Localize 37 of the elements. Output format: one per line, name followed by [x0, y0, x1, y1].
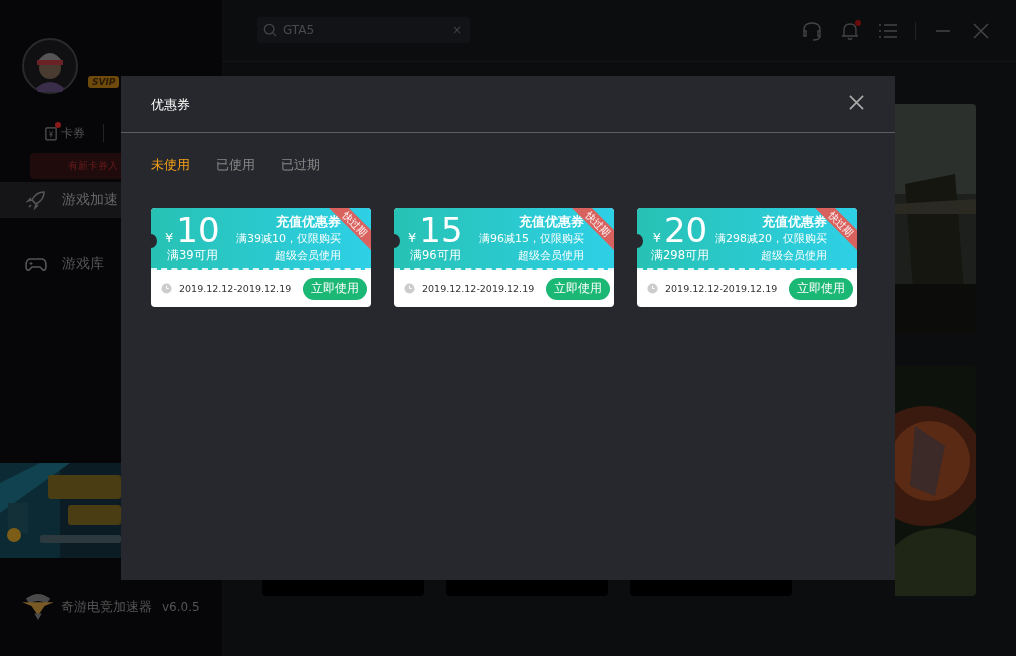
validity-dates: 2019.12.12-2019.12.19 — [665, 283, 779, 294]
coupon-condition: 满39可用 — [166, 248, 218, 263]
coupon-description: 超级会员使用 — [275, 248, 341, 264]
tab[interactable]: 未使用 — [151, 156, 190, 174]
currency-sign: ¥ — [652, 231, 661, 244]
search-field[interactable]: GTA5 × — [257, 16, 470, 43]
validity-dates: 2019.12.12-2019.12.19 — [422, 283, 536, 294]
use-now-button[interactable]: 立即使用 — [303, 277, 367, 300]
logo-icon — [21, 593, 55, 621]
coupon-amount: 20 — [664, 213, 708, 247]
currency-sign: ¥ — [408, 231, 417, 244]
card-voucher-button[interactable]: 卡券 — [45, 124, 85, 142]
coupon-condition: 满96可用 — [409, 248, 461, 263]
app-name: 奇游电竞加速器 — [61, 598, 152, 616]
clear-button[interactable]: × — [451, 22, 462, 37]
version-label: v6.0.5 — [162, 600, 200, 614]
coupon-condition: 满298可用 — [651, 248, 709, 263]
clock-icon — [161, 283, 172, 294]
coupon-description: 超级会员使用 — [518, 248, 584, 264]
search-icon — [263, 22, 277, 37]
coupon-description: 超级会员使用 — [761, 248, 827, 264]
currency-sign: ¥ — [165, 231, 174, 244]
tab[interactable]: 已使用 — [216, 156, 255, 174]
headset-icon[interactable] — [801, 19, 823, 42]
tab[interactable]: 已过期 — [281, 156, 320, 174]
rocket-icon — [24, 188, 48, 212]
avatar[interactable] — [22, 38, 78, 94]
svip-badge: SVIP — [88, 76, 120, 88]
clock-icon — [404, 283, 415, 294]
validity-dates: 2019.12.12-2019.12.19 — [179, 283, 293, 294]
use-now-button[interactable]: 立即使用 — [546, 277, 610, 300]
use-now-button[interactable]: 立即使用 — [789, 277, 853, 300]
clock-icon — [647, 283, 658, 294]
coupon-amount: 15 — [419, 213, 463, 247]
voucher-icon — [45, 125, 57, 141]
close-icon[interactable] — [849, 94, 864, 110]
dialog-title: 优惠券 — [151, 96, 190, 114]
